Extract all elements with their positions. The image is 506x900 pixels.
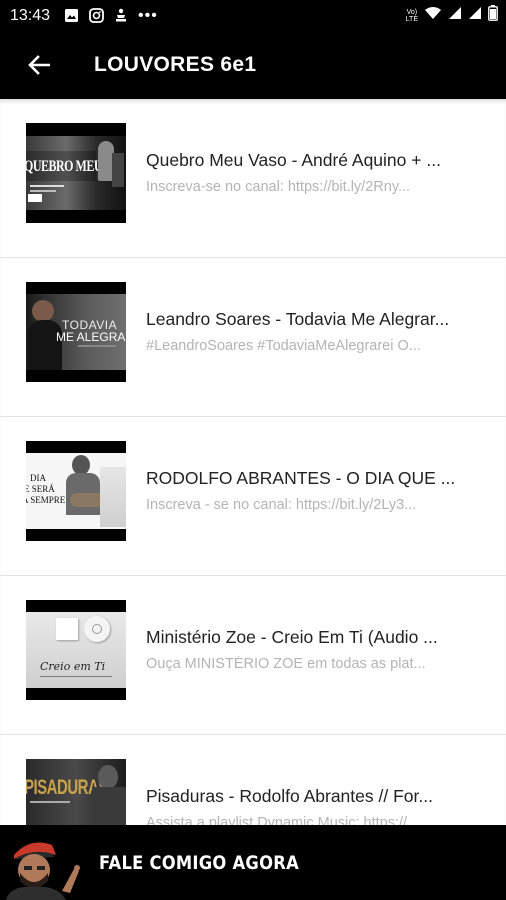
video-title: Quebro Meu Vaso - André Aquino + ... bbox=[146, 150, 441, 170]
system-status-icons: Vo) LTE bbox=[406, 5, 498, 26]
video-description: Inscreva - se no canal: https://bit.ly/2… bbox=[146, 497, 417, 513]
wifi-icon bbox=[424, 6, 442, 25]
contact-banner[interactable]: FALE COMIGO AGORA bbox=[0, 825, 506, 900]
video-list-item[interactable]: DIA E SERÁ A SEMPRE RODOLFO ABRANTES - O… bbox=[0, 417, 506, 576]
banner-text: FALE COMIGO AGORA bbox=[99, 851, 299, 874]
video-list-item[interactable]: QUEBRO MEU VASO Quebro Meu Vaso - André … bbox=[0, 99, 506, 258]
more-notifications-icon: ••• bbox=[138, 6, 158, 24]
thumbnail-title-line-1: DIA bbox=[30, 473, 46, 483]
video-description: Inscreva-se no canal: https://bit.ly/2Rn… bbox=[146, 179, 411, 195]
thumbnail-title: QUEBRO MEU VASO bbox=[26, 156, 104, 175]
video-description: #LeandroSoares #TodaviaMeAlegrarei O... bbox=[146, 338, 421, 354]
video-list-item[interactable]: PISADURAS Pisaduras - Rodolfo Abrantes /… bbox=[0, 735, 506, 825]
video-thumbnail[interactable]: PISADURAS bbox=[26, 759, 126, 825]
video-list[interactable]: QUEBRO MEU VASO Quebro Meu Vaso - André … bbox=[0, 99, 506, 825]
video-list-item[interactable]: TODAVIA ME ALEGRAR Leandro Soares - Toda… bbox=[0, 258, 506, 417]
instagram-icon bbox=[89, 8, 104, 23]
person-pointing-illustration bbox=[6, 842, 80, 900]
status-time: 13:43 bbox=[10, 6, 51, 24]
video-info: Leandro Soares - Todavia Me Alegrar... #… bbox=[146, 309, 474, 354]
signal-icon-1 bbox=[448, 6, 462, 25]
app-notification-icon bbox=[114, 8, 128, 23]
video-description: Assista a playlist Dynamic Music: https:… bbox=[146, 815, 420, 825]
video-info: Pisaduras - Rodolfo Abrantes // For... A… bbox=[146, 786, 474, 825]
video-thumbnail[interactable]: TODAVIA ME ALEGRAR bbox=[26, 282, 126, 382]
page-title: LOUVORES 6e1 bbox=[94, 53, 257, 76]
video-info: RODOLFO ABRANTES - O DIA QUE ... Inscrev… bbox=[146, 468, 474, 513]
volte-badge: Vo) LTE bbox=[405, 8, 418, 23]
video-title: Pisaduras - Rodolfo Abrantes // For... bbox=[146, 786, 433, 806]
status-bar: 13:43 ••• Vo) LTE bbox=[0, 0, 506, 31]
app-bar: LOUVORES 6e1 bbox=[0, 31, 506, 99]
banner-avatar bbox=[0, 825, 95, 900]
image-icon bbox=[64, 8, 79, 23]
video-title: RODOLFO ABRANTES - O DIA QUE ... bbox=[146, 468, 456, 488]
thumbnail-title-line-3: A SEMPRE bbox=[26, 495, 66, 505]
arrow-left-icon bbox=[28, 55, 50, 75]
video-thumbnail[interactable]: Creio em Ti bbox=[26, 600, 126, 700]
notification-icons: ••• bbox=[64, 6, 158, 24]
thumbnail-title-line-2: ME ALEGRAR bbox=[56, 330, 126, 344]
video-info: Ministério Zoe - Creio Em Ti (Audio ... … bbox=[146, 627, 474, 672]
video-thumbnail[interactable]: DIA E SERÁ A SEMPRE bbox=[26, 441, 126, 541]
thumbnail-title-line-2: E SERÁ bbox=[26, 484, 55, 494]
back-button[interactable] bbox=[0, 31, 80, 99]
video-description: Ouça MINISTÉRIO ZOE em todas as plat... bbox=[146, 656, 426, 672]
thumbnail-title: Creio em Ti bbox=[40, 660, 106, 673]
video-info: Quebro Meu Vaso - André Aquino + ... Ins… bbox=[146, 150, 474, 195]
video-title: Ministério Zoe - Creio Em Ti (Audio ... bbox=[146, 627, 438, 647]
signal-icon-2 bbox=[468, 6, 482, 25]
video-list-item[interactable]: Creio em Ti Ministério Zoe - Creio Em Ti… bbox=[0, 576, 506, 735]
video-thumbnail[interactable]: QUEBRO MEU VASO bbox=[26, 123, 126, 223]
video-title: Leandro Soares - Todavia Me Alegrar... bbox=[146, 309, 450, 329]
battery-icon bbox=[488, 5, 498, 26]
